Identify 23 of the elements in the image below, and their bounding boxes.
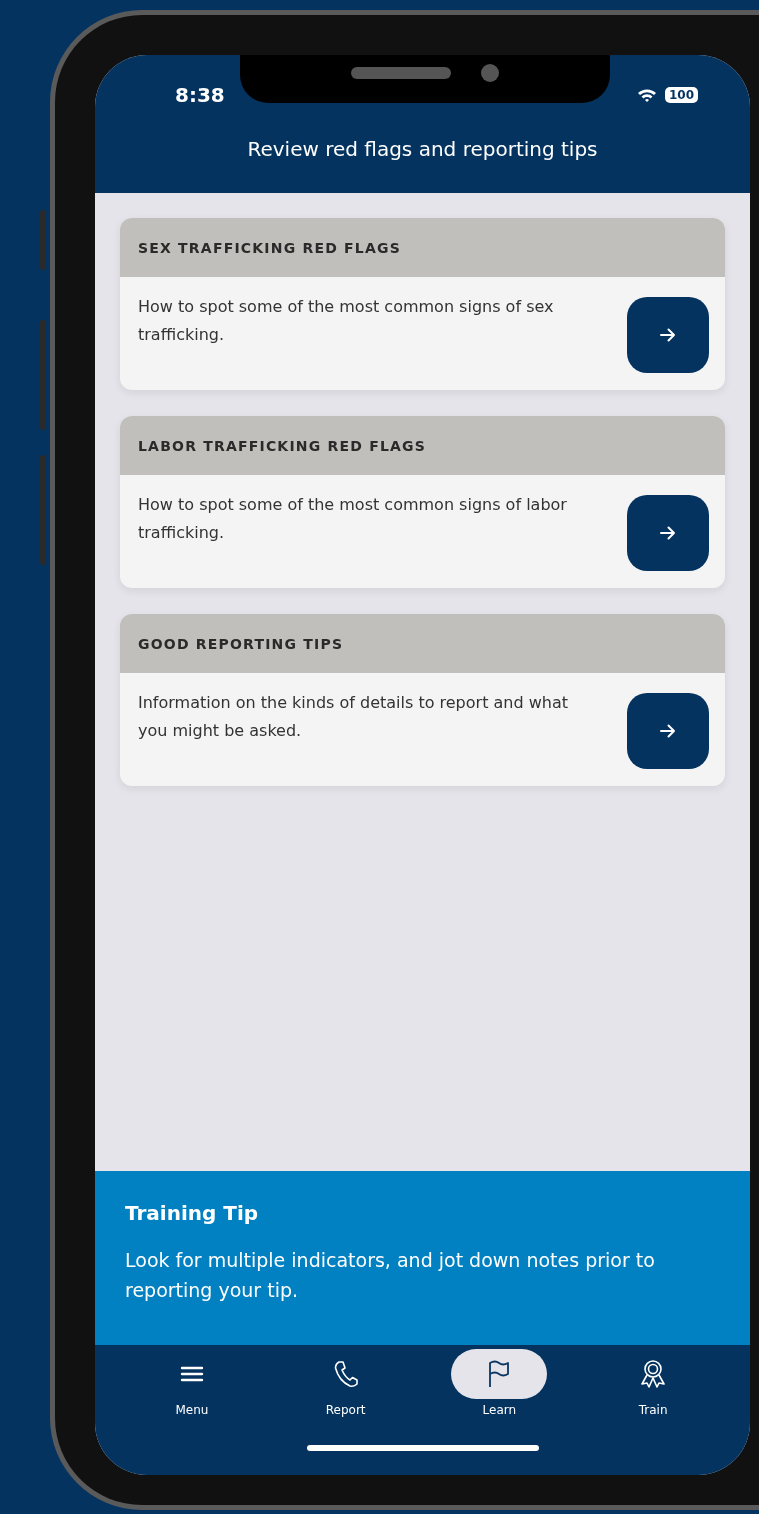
card-title: LABOR TRAFFICKING RED FLAGS	[120, 416, 725, 475]
nav-tab[interactable]: Train	[598, 1349, 709, 1417]
award-ribbon-icon	[639, 1359, 668, 1389]
card-description: How to spot some of the most common signs of sex trafficking.	[138, 296, 555, 346]
wifi-icon	[636, 87, 657, 103]
tip-title: Training Tip	[125, 1201, 260, 1225]
arrow-button[interactable]	[627, 693, 709, 769]
arrow-button[interactable]	[627, 495, 709, 571]
card-description: Information on the kinds of details to report and what you might be asked.	[138, 692, 568, 742]
battery-indicator: 100	[664, 87, 698, 103]
nav-tab[interactable]: Menu	[136, 1349, 247, 1417]
status-time: 8:38	[175, 83, 225, 107]
arrow-icon	[658, 721, 678, 741]
nav-tab[interactable]: Report	[290, 1349, 401, 1417]
arrow-icon	[658, 523, 678, 543]
card-description: How to spot some of the most common signs of labor trafficking.	[138, 494, 568, 544]
phone-icon	[332, 1360, 359, 1388]
card-title: GOOD REPORTING TIPS	[120, 614, 725, 673]
arrow-icon	[658, 325, 678, 345]
arrow-button[interactable]	[627, 297, 709, 373]
card-title: SEX TRAFFICKING RED FLAGS	[120, 218, 725, 277]
screen-title: Review red flags and reporting tips	[246, 137, 599, 161]
tip-text: Look for multiple indicators, and jot down notes prior to reporting your tip.	[125, 1248, 656, 1303]
